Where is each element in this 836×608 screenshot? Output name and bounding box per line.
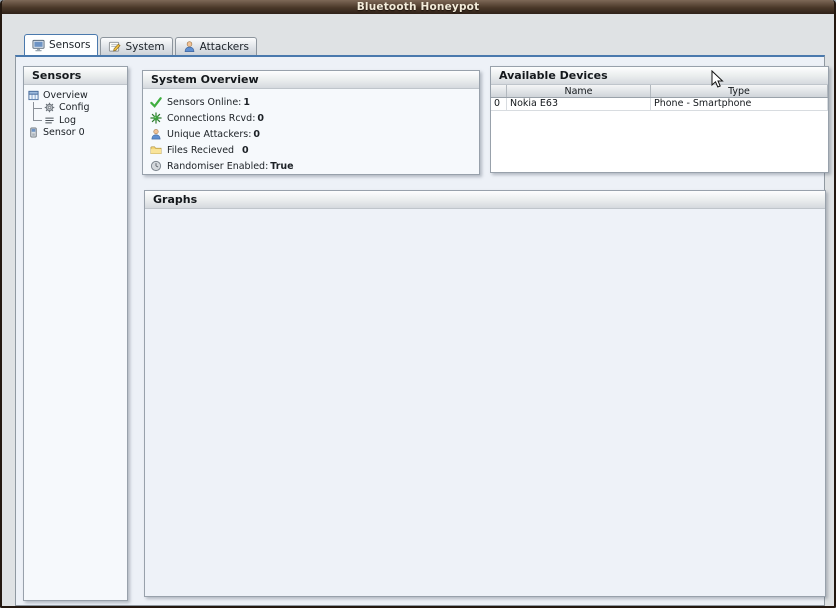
tab-attackers[interactable]: Attackers [175,37,257,55]
overview-value: 0 [253,129,260,140]
overview-row: Files Recieved0 [143,142,479,158]
devices-table: NameType 0Nokia E63Phone - Smartphone [491,85,828,172]
sidebar-item-sensor-0[interactable]: Sensor 0 [28,127,125,140]
devices-col-header: Type [651,85,828,97]
available-devices-panel: Available Devices NameType 0Nokia E63Pho… [490,66,829,173]
devices-table-body: 0Nokia E63Phone - Smartphone [491,98,828,111]
sidebar-item-overview[interactable]: Overview [28,89,125,102]
tree-connector [32,114,44,127]
table-row[interactable]: 0Nokia E63Phone - Smartphone [491,98,828,111]
system-overview-panel: System Overview Sensors Online:1Connecti… [142,70,480,175]
overview-value: 0 [257,113,264,124]
tree-connector [32,102,44,115]
sensors-sidebar-panel: Sensors OverviewConfig LogSensor 0 [23,66,128,601]
graphs-panel: Graphs [144,190,826,597]
tab-label: Sensors [49,39,90,51]
graphs-title: Graphs [153,193,197,206]
sidebar-header: Sensors [24,67,127,85]
overview-label: Unique Attackers: [167,129,251,140]
log-icon [44,115,55,126]
tab-bar: Sensors System Attackers [24,34,257,55]
sidebar-item-log[interactable]: Log [28,114,125,127]
overview-row: Unique Attackers:0 [143,126,479,142]
sensor-icon [28,127,39,138]
table-cell: Nokia E63 [507,98,651,110]
devices-col-header: Name [507,85,651,97]
tree-item-label: Overview [43,90,88,101]
tree-item-label: Config [59,102,89,113]
overview-label: Randomiser Enabled: [167,161,268,172]
mouse-cursor-icon [711,70,724,89]
folder-icon [150,144,162,156]
table-cell: 0 [491,98,507,110]
overview-row: Sensors Online:1 [143,94,479,110]
attacker-icon [150,128,162,140]
tab-sensors[interactable]: Sensors [24,34,98,55]
system-overview-rows: Sensors Online:1Connections Rcvd:0Unique… [143,89,479,174]
sensor-tree: OverviewConfig LogSensor 0 [24,85,127,139]
randomiser-icon [150,160,162,172]
sidebar-title: Sensors [32,69,81,82]
sidebar-item-config[interactable]: Config [28,102,125,115]
overview-label: Sensors Online: [167,97,241,108]
notepad-icon [108,40,121,53]
available-devices-title: Available Devices [499,69,608,82]
overview-label: Connections Rcvd: [167,113,255,124]
person-icon [183,40,196,53]
check-icon [150,96,162,108]
overview-row: Randomiser Enabled:True [143,158,479,174]
overview-value: True [270,161,293,172]
overview-row: Connections Rcvd:0 [143,110,479,126]
virus-icon [150,112,162,124]
title-bar[interactable]: Bluetooth Honeypot [2,0,834,14]
app-window: Bluetooth Honeypot Sensors System Attacker… [0,0,836,608]
tab-label: Attackers [200,41,249,53]
overview-value: 0 [242,145,249,156]
available-devices-header: Available Devices [491,67,828,85]
tab-label: System [125,41,164,53]
tree-item-label: Sensor 0 [43,127,85,138]
table-icon [28,90,39,101]
overview-value: 1 [243,97,250,108]
graphs-header: Graphs [145,191,825,209]
table-cell: Phone - Smartphone [651,98,828,110]
system-overview-title: System Overview [151,73,259,86]
overview-label: Files Recieved [167,145,240,156]
devices-table-header: NameType [491,85,828,98]
tab-system[interactable]: System [100,37,172,55]
monitor-icon [32,39,45,52]
devices-col-header [491,85,507,97]
window-title: Bluetooth Honeypot [357,1,480,13]
system-overview-header: System Overview [143,71,479,89]
tree-item-label: Log [59,115,76,126]
window-body: SensorsSystemAttackers Sensors OverviewC… [2,14,834,608]
gear-icon [44,102,55,113]
